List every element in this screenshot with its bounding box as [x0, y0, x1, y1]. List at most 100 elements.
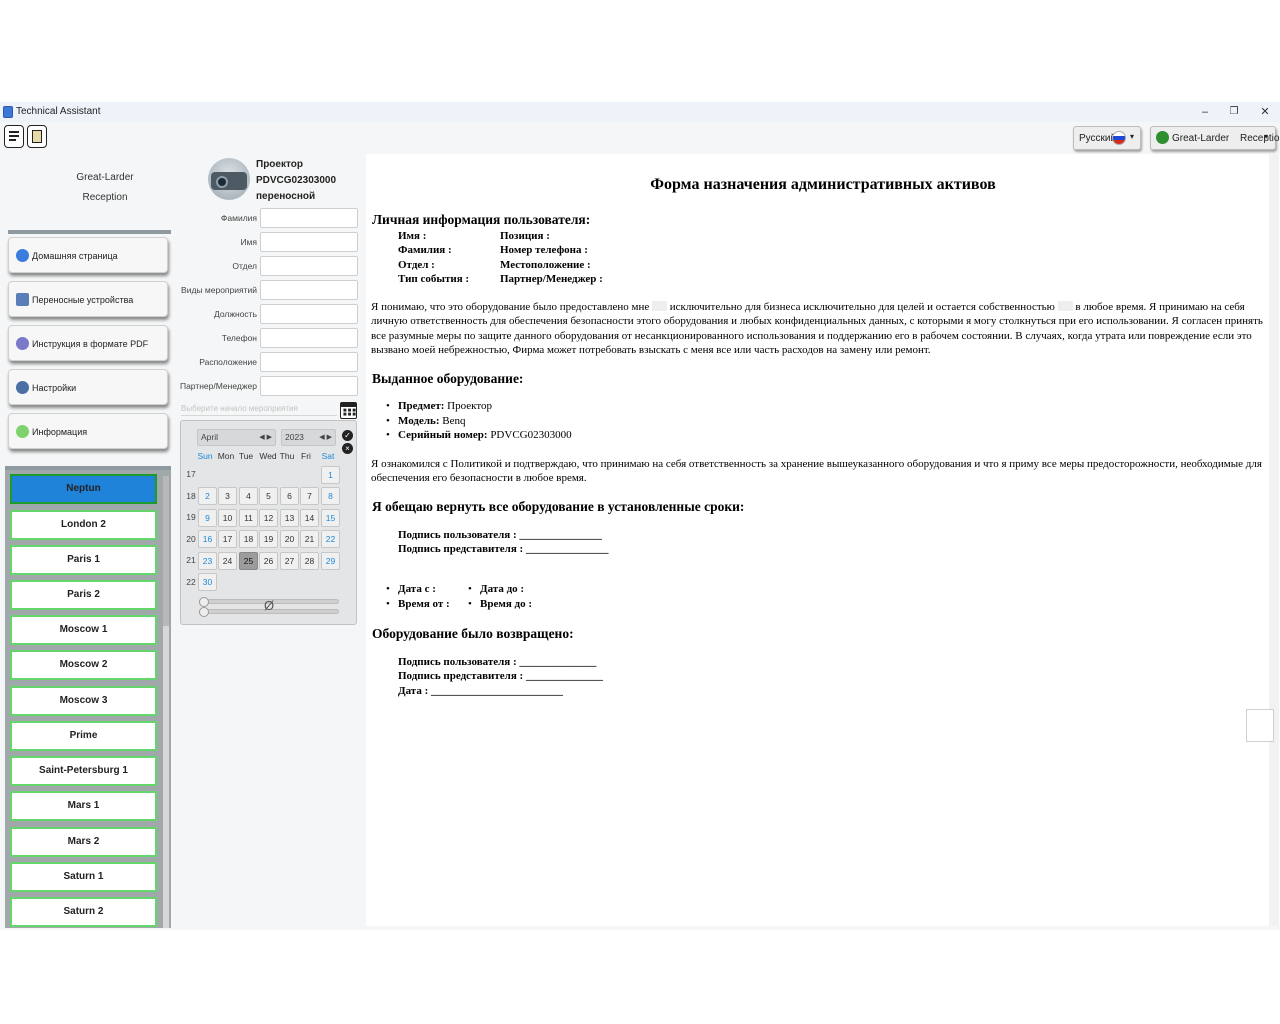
hour-slider-knob[interactable] [199, 597, 209, 607]
room-saint-petersburg-1[interactable]: Saint-Petersburg 1 [10, 756, 157, 786]
maximize-button[interactable]: ❐ [1224, 104, 1244, 120]
calendar-day[interactable]: 17 [218, 530, 237, 548]
document-page-thumbnail[interactable] [1246, 709, 1274, 742]
nav-info[interactable]: Информация [8, 413, 168, 449]
language-select[interactable]: Русский ▾ [1073, 126, 1141, 150]
department-input[interactable] [260, 256, 358, 276]
document-view: Форма назначения административных активо… [366, 154, 1280, 926]
nav-pdf-manual[interactable]: Инструкция в формате PDF [8, 325, 168, 361]
room-mars-2[interactable]: Mars 2 [10, 827, 157, 857]
month-arrows-icon[interactable]: ◀ ▶ [259, 430, 272, 445]
nav-portable-devices[interactable]: Переносные устройства [8, 281, 168, 317]
room-moscow-1[interactable]: Moscow 1 [10, 615, 157, 645]
calendar-icon[interactable]: ■■■ ■■■ [340, 402, 357, 419]
responsibility-paragraph: Я понимаю, что это оборудование было пре… [371, 300, 1271, 358]
issued-item: • Предмет: Проектор [386, 400, 492, 412]
year-arrows-icon[interactable]: ◀ ▶ [319, 430, 332, 445]
calendar-day[interactable]: 9 [198, 509, 217, 527]
calendar-day[interactable]: 27 [280, 552, 299, 570]
return-heading: Я обещаю вернуть все оборудование в уста… [372, 499, 745, 514]
calendar-day[interactable]: 15 [321, 509, 340, 527]
room-paris-1[interactable]: Paris 1 [10, 545, 157, 575]
location-label: Расположение [199, 357, 257, 367]
calendar-day[interactable]: 21 [300, 530, 319, 548]
partner-manager-input[interactable] [260, 376, 358, 396]
position-input[interactable] [260, 304, 358, 324]
issued-value: Benq [442, 415, 466, 427]
calendar-day[interactable]: 29 [321, 552, 340, 570]
lastname-input[interactable] [260, 208, 358, 228]
calendar-day[interactable]: 22 [321, 530, 340, 548]
document-icon[interactable] [27, 125, 47, 148]
calendar-day[interactable]: 16 [198, 530, 217, 548]
para1-part-a: Я понимаю, что это оборудование было пре… [371, 301, 650, 313]
calendar-day[interactable]: 1 [321, 466, 340, 484]
calendar-day[interactable]: 20 [280, 530, 299, 548]
close-button[interactable]: ✕ [1255, 104, 1275, 120]
calendar-day[interactable]: 11 [239, 509, 258, 527]
month-select[interactable]: April ◀ ▶ [197, 429, 276, 446]
calendar-day[interactable]: 3 [218, 487, 237, 505]
minimize-button[interactable]: – [1195, 104, 1215, 120]
issued-heading: Выданное оборудование: [372, 371, 524, 386]
event-types-input[interactable] [260, 280, 358, 300]
year-select[interactable]: 2023 ◀ ▶ [281, 429, 336, 446]
clear-icon[interactable]: × [342, 443, 353, 454]
user-org: Great-Larder [1172, 133, 1230, 144]
calendar-day[interactable]: 19 [259, 530, 278, 548]
room-prime[interactable]: Prime [10, 721, 157, 751]
calendar-day[interactable]: 14 [300, 509, 319, 527]
calendar-day[interactable]: 18 [239, 530, 258, 548]
document-scrollbar[interactable] [1269, 154, 1279, 926]
room-moscow-2[interactable]: Moscow 2 [10, 650, 157, 680]
dow-tue: Tue [238, 451, 254, 461]
calendar-day[interactable]: 10 [218, 509, 237, 527]
nav-settings[interactable]: Настройки [8, 369, 168, 405]
calendar-day[interactable]: 23 [198, 552, 217, 570]
calendar-day[interactable]: 30 [198, 573, 217, 591]
room-mars-1[interactable]: Mars 1 [10, 791, 157, 821]
month-label: April [201, 432, 219, 442]
projector-image [208, 158, 250, 200]
calendar-day[interactable]: 7 [300, 487, 319, 505]
nav-label: Настройки [32, 383, 77, 393]
phone-input[interactable] [260, 328, 358, 348]
location-input[interactable] [260, 352, 358, 372]
return-date: Дата : ________________________ [398, 685, 563, 697]
event-start-date-input[interactable]: Выберите начало мероприятия [181, 404, 337, 416]
calendar-day[interactable]: 28 [300, 552, 319, 570]
personal-position: Позиция : [500, 230, 550, 242]
calendar-day[interactable]: 24 [218, 552, 237, 570]
week-number: 21 [186, 555, 196, 565]
nav-home[interactable]: Домашняя страница [8, 237, 168, 273]
room-paris-2[interactable]: Paris 2 [10, 580, 157, 610]
sidebar-divider [8, 230, 171, 234]
firstname-input[interactable] [260, 232, 358, 252]
devices-icon [16, 293, 29, 306]
calendar-day[interactable]: 13 [280, 509, 299, 527]
room-neptun[interactable]: Neptun [10, 474, 157, 504]
calendar-day[interactable]: 2 [198, 487, 217, 505]
report-icon[interactable] [4, 125, 24, 148]
room-london-2[interactable]: London 2 [10, 510, 157, 540]
calendar-day[interactable]: 4 [239, 487, 258, 505]
calendar-day[interactable]: 25 [239, 552, 258, 570]
calendar-day[interactable]: 5 [259, 487, 278, 505]
chevron-down-icon: ▾ [1264, 132, 1269, 141]
phone-label: Телефон [221, 333, 257, 343]
rooms-scrollbar[interactable] [163, 476, 169, 928]
nav-label: Переносные устройства [32, 295, 134, 305]
calendar-day[interactable]: 6 [280, 487, 299, 505]
calendar-day[interactable]: 8 [321, 487, 340, 505]
calendar-day[interactable]: 26 [259, 552, 278, 570]
room-saturn-2[interactable]: Saturn 2 [10, 897, 157, 927]
room-moscow-3[interactable]: Moscow 3 [10, 686, 157, 716]
week-number: 22 [186, 577, 196, 587]
room-saturn-1[interactable]: Saturn 1 [10, 862, 157, 892]
rooms-list: Neptun London 2 Paris 1 Paris 2 Moscow 1… [5, 466, 171, 928]
confirm-icon[interactable]: ✓ [342, 430, 353, 441]
russia-flag-icon [1112, 131, 1126, 145]
user-select[interactable]: Great-Larder Reception ▾ [1150, 126, 1280, 150]
minute-slider-knob[interactable] [199, 607, 209, 617]
calendar-day[interactable]: 12 [259, 509, 278, 527]
